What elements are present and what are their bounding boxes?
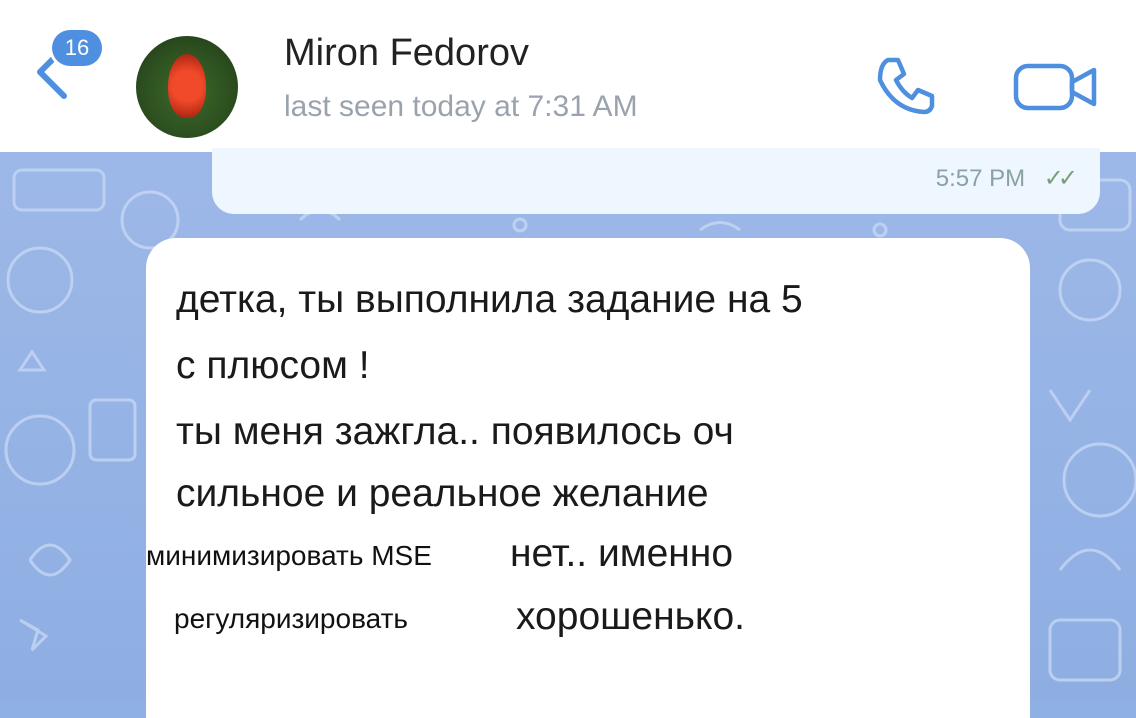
avatar[interactable] [136,36,238,138]
video-camera-icon [1013,63,1097,111]
message-line: детка, ты выполнила задание на 5 [176,278,803,321]
message-line: хорошенько. [516,595,745,638]
outgoing-message-bubble[interactable]: 5:57 PM ✓✓ [212,148,1100,214]
unread-count-badge: 16 [52,30,102,66]
outgoing-message-meta: 5:57 PM ✓✓ [935,164,1078,193]
call-button[interactable] [870,50,940,120]
message-line: с плюсом ! [176,344,370,387]
message-time: 5:57 PM [935,165,1026,192]
contact-name[interactable]: Miron Fedorov [284,32,529,75]
overlay-caption-top: минимизировать MSE [146,540,432,572]
message-line: сильное и реальное желание [176,472,709,515]
phone-icon [877,57,935,115]
avatar-image [168,54,206,118]
message-line: ты меня зажгла.. появилось оч [176,410,734,453]
read-receipt-icon: ✓✓ [1043,165,1078,192]
video-call-button[interactable] [1010,52,1100,118]
overlay-caption-bottom: регуляризировать [174,603,409,635]
message-line: нет.. именно [510,532,734,575]
chat-header: 16 Miron Fedorov last seen today at 7:31… [0,0,1136,152]
contact-status: last seen today at 7:31 AM [284,90,638,123]
